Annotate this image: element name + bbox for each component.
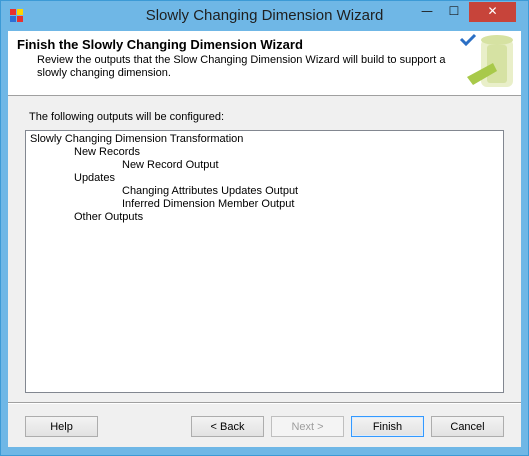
wizard-window: Slowly Changing Dimension Wizard — ☐ ✕ F… <box>0 0 529 456</box>
maximize-button[interactable]: ☐ <box>441 2 467 22</box>
cancel-button[interactable]: Cancel <box>431 416 504 437</box>
close-button[interactable]: ✕ <box>469 2 516 22</box>
next-button[interactable]: Next > <box>271 416 344 437</box>
tree-item-updates: Updates <box>74 172 115 184</box>
tree-item-other-outputs: Other Outputs <box>74 211 144 223</box>
header-title: Finish the Slowly Changing Dimension Wiz… <box>17 37 303 52</box>
outputs-intro-label: The following outputs will be configured… <box>29 111 225 123</box>
tree-item-new-records: New Records <box>74 146 141 158</box>
tree-item-changing-attributes-output: Changing Attributes Updates Output <box>122 185 299 197</box>
tree-item-new-record-output: New Record Output <box>122 159 219 171</box>
help-button[interactable]: Help <box>25 416 98 437</box>
wizard-graphic-icon <box>459 33 513 87</box>
finish-button[interactable]: Finish <box>351 416 424 437</box>
back-button[interactable]: < Back <box>191 416 264 437</box>
header-description: Review the outputs that the Slow Changin… <box>37 54 446 79</box>
tree-item-inferred-member-output: Inferred Dimension Member Output <box>122 198 295 210</box>
title-bar[interactable]: Slowly Changing Dimension Wizard — ☐ ✕ <box>1 1 528 31</box>
minimize-button[interactable]: — <box>414 2 440 22</box>
tree-item-transformation: Slowly Changing Dimension Transformation <box>30 133 244 145</box>
wizard-header: Finish the Slowly Changing Dimension Wiz… <box>8 31 521 96</box>
outputs-tree[interactable]: Slowly Changing Dimension Transformation… <box>25 130 504 393</box>
client-area: Finish the Slowly Changing Dimension Wiz… <box>8 31 521 447</box>
footer-separator <box>8 402 521 404</box>
